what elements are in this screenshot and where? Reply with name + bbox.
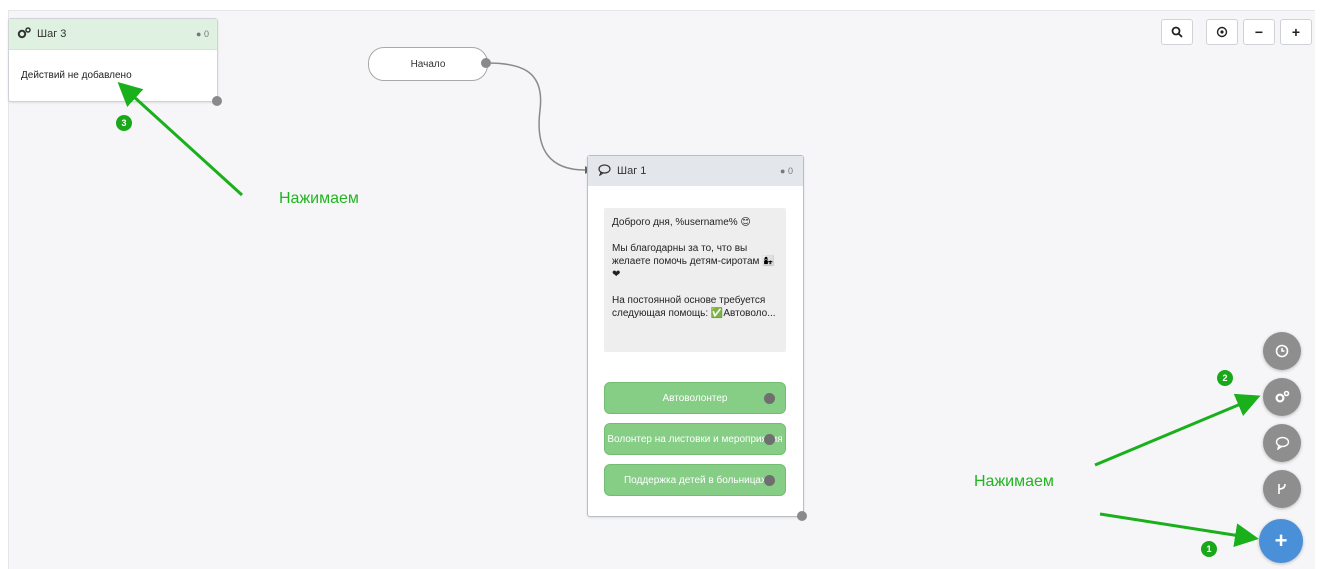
press-label: Нажимаем xyxy=(279,190,359,207)
arrow-to-step3 xyxy=(117,81,244,197)
step-badge-3: 3 xyxy=(116,115,132,131)
press-label: Нажимаем xyxy=(974,473,1054,490)
step-badge-1: 1 xyxy=(1201,541,1217,557)
arrow-to-add xyxy=(1099,512,1259,548)
arrow-to-settings xyxy=(1094,393,1261,467)
step-badge-2: 2 xyxy=(1217,370,1233,386)
tutorial-arrows xyxy=(117,81,1261,548)
